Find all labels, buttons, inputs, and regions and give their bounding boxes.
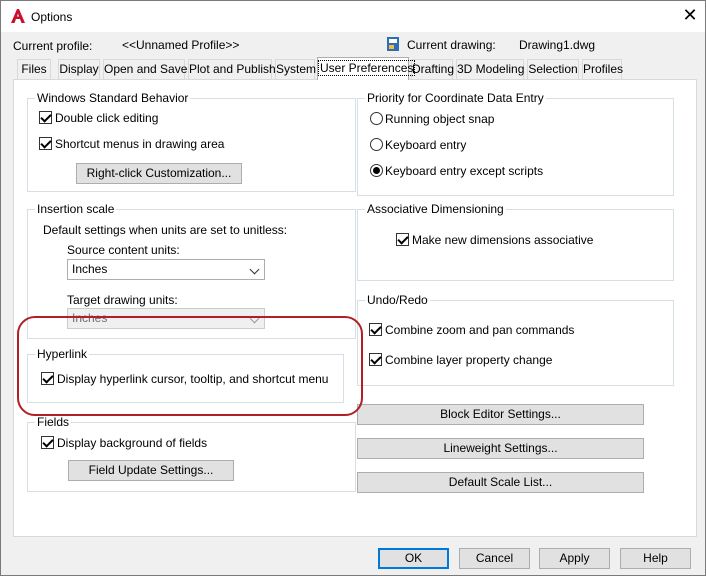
current-profile-label: Current profile: bbox=[13, 39, 93, 53]
field-update-settings-button[interactable]: Field Update Settings... bbox=[68, 460, 234, 481]
tab-open-and-save[interactable]: Open and Save bbox=[103, 59, 187, 79]
tab-drafting[interactable]: Drafting bbox=[411, 59, 454, 79]
undo-redo-group: Undo/Redo Combine zoom and pan commands … bbox=[357, 293, 674, 386]
display-hyperlink-label: Display hyperlink cursor, tooltip, and s… bbox=[57, 372, 329, 386]
keyboard-entry-except-scripts-label: Keyboard entry except scripts bbox=[385, 164, 544, 178]
current-profile-value: <<Unnamed Profile>> bbox=[122, 38, 240, 52]
tab-system[interactable]: System bbox=[275, 59, 316, 79]
target-drawing-units-select[interactable]: Inches bbox=[67, 308, 265, 329]
fields-title: Fields bbox=[35, 415, 72, 429]
right-click-customization-button[interactable]: Right-click Customization... bbox=[76, 163, 242, 184]
window-title: Options bbox=[31, 10, 73, 24]
double-click-editing-checkbox[interactable] bbox=[39, 111, 52, 124]
help-button[interactable]: Help bbox=[620, 548, 691, 569]
tab-profiles[interactable]: Profiles bbox=[582, 59, 623, 79]
source-content-units-label: Source content units: bbox=[67, 243, 180, 257]
hyperlink-title: Hyperlink bbox=[35, 347, 90, 361]
apply-button[interactable]: Apply bbox=[539, 548, 610, 569]
insertion-scale-group: Insertion scale Default settings when un… bbox=[27, 202, 356, 339]
chevron-down-icon bbox=[249, 313, 260, 324]
shortcut-menus-checkbox[interactable] bbox=[39, 137, 52, 150]
associative-dimensioning-title: Associative Dimensioning bbox=[365, 202, 506, 216]
keyboard-entry-label: Keyboard entry bbox=[385, 138, 467, 152]
running-object-snap-radio[interactable] bbox=[370, 112, 383, 125]
title-bar: Options ✕ bbox=[1, 1, 705, 32]
user-preferences-panel: Windows Standard Behavior Double click e… bbox=[13, 79, 697, 537]
tab-user-preferences[interactable]: User Preferences bbox=[317, 57, 416, 80]
windows-standard-behavior-group: Windows Standard Behavior Double click e… bbox=[27, 91, 356, 192]
hyperlink-group: Hyperlink Display hyperlink cursor, tool… bbox=[27, 347, 344, 403]
lineweight-settings-button[interactable]: Lineweight Settings... bbox=[357, 438, 644, 459]
windows-standard-behavior-title: Windows Standard Behavior bbox=[35, 91, 191, 105]
display-background-fields-label: Display background of fields bbox=[57, 436, 208, 450]
keyboard-entry-except-scripts-radio[interactable] bbox=[370, 164, 383, 177]
tab-selection[interactable]: Selection bbox=[527, 59, 579, 79]
source-content-units-select[interactable]: Inches bbox=[67, 259, 265, 280]
undo-redo-title: Undo/Redo bbox=[365, 293, 430, 307]
current-drawing-value: Drawing1.dwg bbox=[519, 38, 596, 52]
ok-button[interactable]: OK bbox=[378, 548, 449, 569]
target-drawing-units-label: Target drawing units: bbox=[67, 293, 178, 307]
associative-dimensioning-group: Associative Dimensioning Make new dimens… bbox=[357, 202, 674, 281]
drawing-file-icon bbox=[387, 37, 399, 51]
combine-layer-property-checkbox[interactable] bbox=[369, 353, 382, 366]
make-dimensions-associative-checkbox[interactable] bbox=[396, 233, 409, 246]
chevron-down-icon bbox=[249, 264, 260, 275]
display-background-fields-checkbox[interactable] bbox=[41, 436, 54, 449]
fields-group: Fields Display background of fields Fiel… bbox=[27, 415, 356, 492]
tab-display[interactable]: Display bbox=[58, 59, 100, 79]
display-hyperlink-checkbox[interactable] bbox=[41, 372, 54, 385]
priority-coordinate-entry-title: Priority for Coordinate Data Entry bbox=[365, 91, 546, 105]
priority-coordinate-entry-group: Priority for Coordinate Data Entry Runni… bbox=[357, 91, 674, 196]
keyboard-entry-radio[interactable] bbox=[370, 138, 383, 151]
autocad-a-icon bbox=[11, 9, 25, 23]
tab-3d-modeling[interactable]: 3D Modeling bbox=[456, 59, 524, 79]
target-drawing-units-value: Inches bbox=[72, 311, 108, 325]
block-editor-settings-button[interactable]: Block Editor Settings... bbox=[357, 404, 644, 425]
insertion-scale-title: Insertion scale bbox=[35, 202, 117, 216]
tab-files[interactable]: Files bbox=[17, 59, 51, 79]
running-object-snap-label: Running object snap bbox=[385, 112, 495, 126]
default-scale-list-button[interactable]: Default Scale List... bbox=[357, 472, 644, 493]
options-dialog: Options ✕ Current profile: <<Unnamed Pro… bbox=[0, 0, 706, 576]
source-content-units-value: Inches bbox=[72, 262, 108, 276]
tab-user-preferences-label: User Preferences bbox=[318, 60, 416, 76]
insertion-scale-description: Default settings when units are set to u… bbox=[43, 223, 288, 237]
combine-zoom-pan-checkbox[interactable] bbox=[369, 323, 382, 336]
combine-zoom-pan-label: Combine zoom and pan commands bbox=[385, 323, 575, 337]
close-icon[interactable]: ✕ bbox=[679, 5, 701, 27]
tab-plot-and-publish[interactable]: Plot and Publish bbox=[188, 59, 276, 79]
shortcut-menus-label: Shortcut menus in drawing area bbox=[55, 137, 225, 151]
make-dimensions-associative-label: Make new dimensions associative bbox=[412, 233, 594, 247]
double-click-editing-label: Double click editing bbox=[55, 111, 159, 125]
current-drawing-label: Current drawing: bbox=[407, 38, 496, 52]
cancel-button[interactable]: Cancel bbox=[459, 548, 530, 569]
combine-layer-property-label: Combine layer property change bbox=[385, 353, 553, 367]
